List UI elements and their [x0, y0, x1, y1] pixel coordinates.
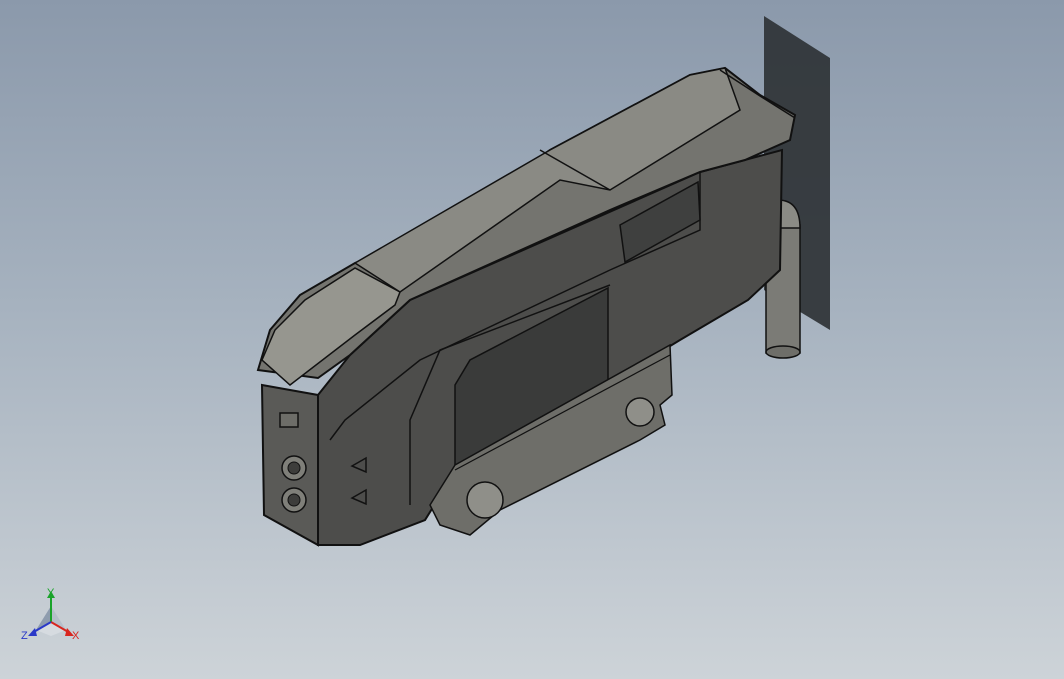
orientation-triad: Y X Z: [18, 586, 84, 648]
cad-viewport[interactable]: Y X Z: [0, 0, 1064, 679]
fiber-port-2: [281, 487, 307, 513]
x-axis-label: X: [72, 630, 80, 642]
fiber-port-1: [281, 455, 307, 481]
y-axis-label: Y: [47, 587, 55, 599]
z-axis-label: Z: [21, 630, 28, 642]
front-indicator: [279, 412, 299, 428]
sensor-amplifier-model[interactable]: [0, 0, 1064, 679]
